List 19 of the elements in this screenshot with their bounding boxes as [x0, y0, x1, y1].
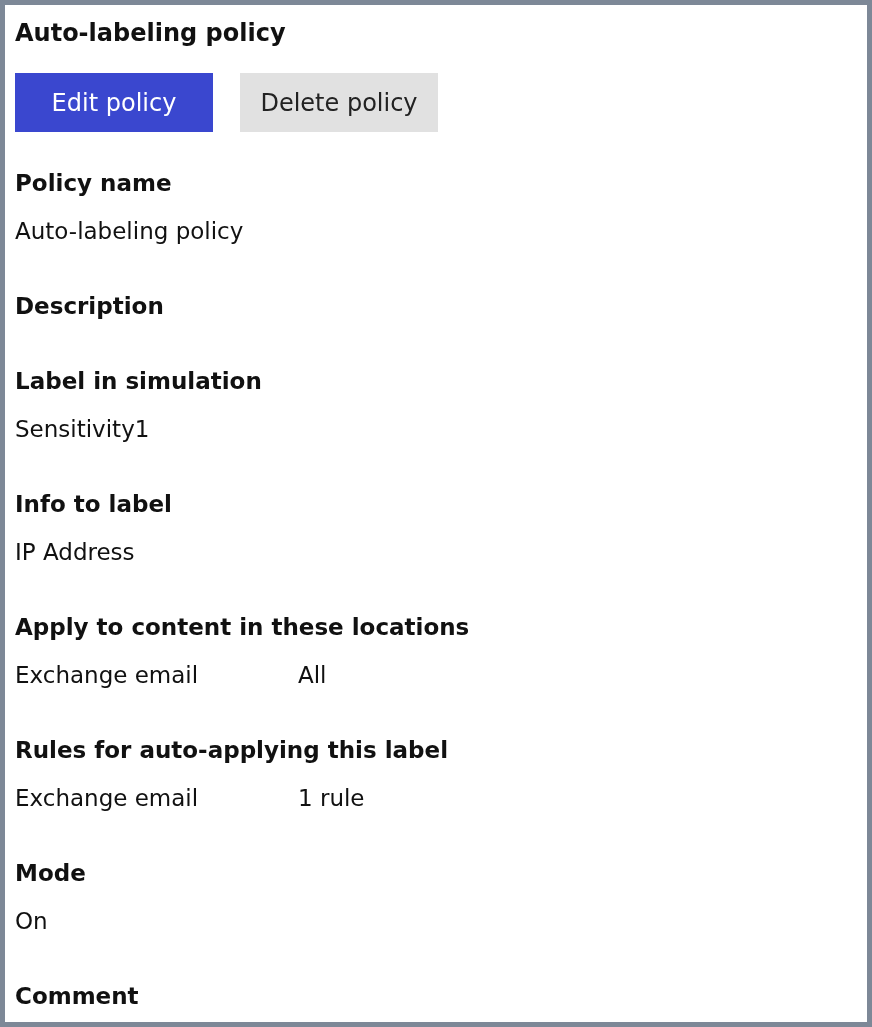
page-title: Auto-labeling policy [15, 18, 287, 49]
field-value: Auto-labeling policy [15, 217, 245, 246]
field-label: Policy name [15, 169, 173, 198]
field-value: Sensitivity1 [15, 415, 151, 444]
field-label: Info to label [15, 490, 173, 519]
field-label: Description [15, 292, 165, 321]
location-setting: All [298, 661, 328, 690]
delete-button[interactable]: Delete policy [240, 73, 438, 132]
field-value: On [15, 907, 49, 936]
field-label: Comment [15, 982, 140, 1011]
edit-button[interactable]: Edit policy [15, 73, 213, 132]
location-name: Exchange email [15, 784, 200, 813]
field-label: Label in simulation [15, 367, 263, 396]
field-label: Apply to content in these locations [15, 613, 471, 642]
field-label: Rules for auto-applying this label [15, 736, 449, 765]
location-setting: 1 rule [298, 784, 366, 813]
location-name: Exchange email [15, 661, 200, 690]
field-value: IP Address [15, 538, 136, 567]
field-label: Mode [15, 859, 87, 888]
